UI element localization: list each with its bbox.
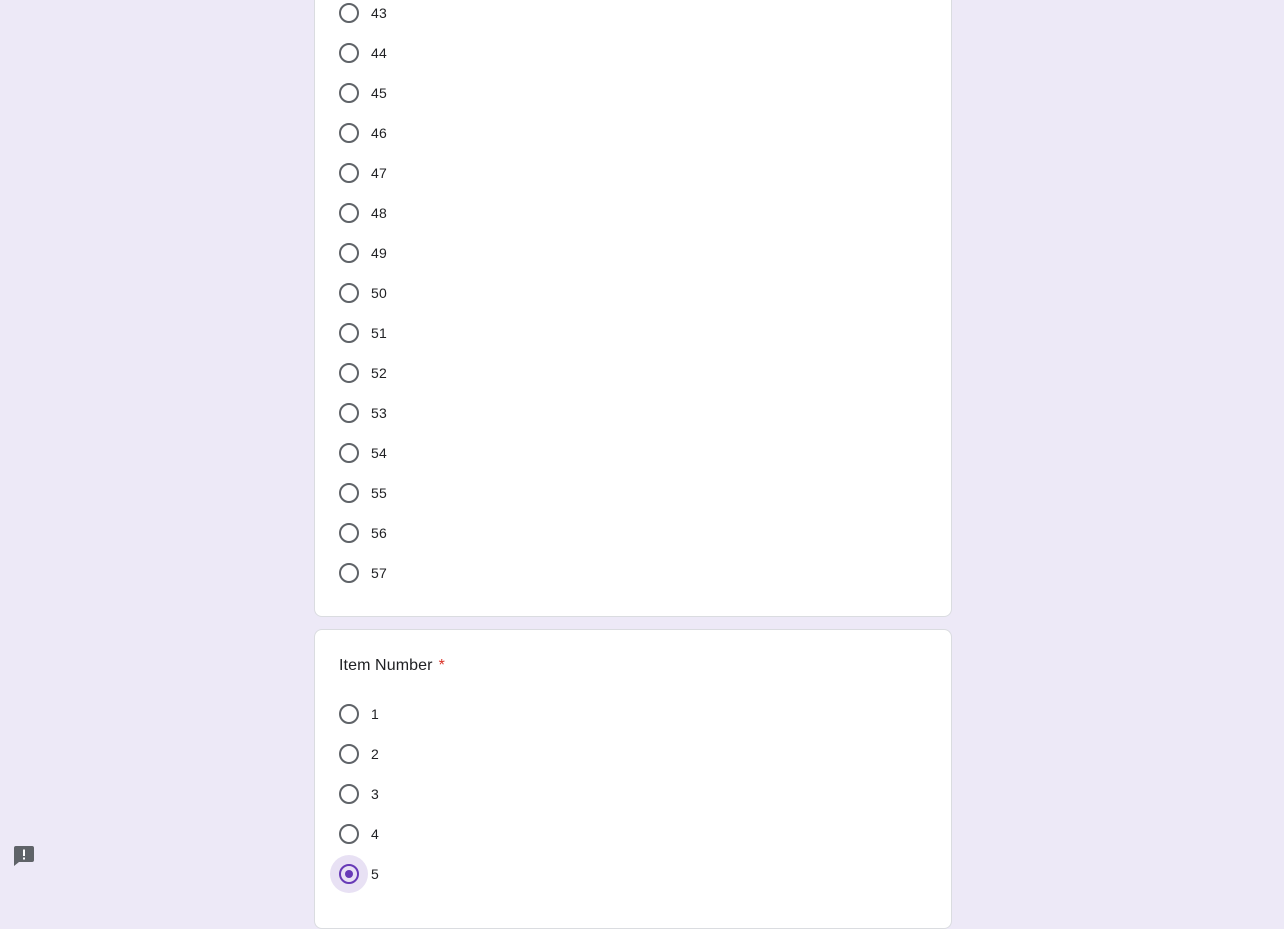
radio-option-55[interactable]: 55	[339, 473, 919, 513]
radio-option-45[interactable]: 45	[339, 73, 919, 113]
radio-option-label: 57	[371, 565, 387, 581]
radio-option-label: 47	[371, 165, 387, 181]
radio-button[interactable]	[339, 704, 359, 724]
radio-option-1[interactable]: 1	[339, 694, 919, 734]
radio-option-label: 43	[371, 5, 387, 21]
radio-option-49[interactable]: 49	[339, 233, 919, 273]
radio-option-label: 44	[371, 45, 387, 61]
radio-button[interactable]	[339, 83, 359, 103]
radio-option-label: 2	[371, 746, 379, 762]
radio-option-label: 52	[371, 365, 387, 381]
radio-option-3[interactable]: 3	[339, 774, 919, 814]
radio-option-52[interactable]: 52	[339, 353, 919, 393]
radio-option-43[interactable]: 43	[339, 0, 919, 33]
radio-option-label: 4	[371, 826, 379, 842]
radio-button[interactable]	[339, 744, 359, 764]
radio-button[interactable]	[339, 824, 359, 844]
radio-option-label: 54	[371, 445, 387, 461]
radio-button[interactable]	[339, 3, 359, 23]
radio-option-label: 49	[371, 245, 387, 261]
radio-option-label: 46	[371, 125, 387, 141]
radio-button[interactable]	[339, 163, 359, 183]
radio-option-2[interactable]: 2	[339, 734, 919, 774]
radio-button[interactable]	[339, 403, 359, 423]
radio-button[interactable]	[339, 363, 359, 383]
radio-option-47[interactable]: 47	[339, 153, 919, 193]
radio-button[interactable]	[339, 563, 359, 583]
radio-option-label: 3	[371, 786, 379, 802]
radio-button[interactable]	[339, 323, 359, 343]
radio-button[interactable]	[339, 283, 359, 303]
radio-option-54[interactable]: 54	[339, 433, 919, 473]
radio-option-label: 5	[371, 866, 379, 882]
question-title-text: Item Number	[339, 657, 433, 674]
radio-option-label: 51	[371, 325, 387, 341]
radio-option-label: 55	[371, 485, 387, 501]
radio-option-50[interactable]: 50	[339, 273, 919, 313]
radio-option-label: 56	[371, 525, 387, 541]
radio-option-48[interactable]: 48	[339, 193, 919, 233]
radio-option-51[interactable]: 51	[339, 313, 919, 353]
question-card-previous: 43 44 45 46 47 48 49 50 51 52 53 54 55 5…	[314, 0, 952, 617]
radio-button[interactable]	[339, 784, 359, 804]
radio-option-label: 53	[371, 405, 387, 421]
radio-button[interactable]	[339, 43, 359, 63]
required-asterisk: *	[438, 657, 445, 674]
question-card-item-number: Item Number * 1 2 3 4 5	[314, 629, 952, 929]
radio-option-label: 1	[371, 706, 379, 722]
radio-button[interactable]	[339, 483, 359, 503]
radio-option-56[interactable]: 56	[339, 513, 919, 553]
radio-option-label: 50	[371, 285, 387, 301]
radio-button[interactable]	[339, 123, 359, 143]
radio-option-5[interactable]: 5	[330, 854, 919, 894]
radio-button[interactable]	[339, 203, 359, 223]
radio-option-53[interactable]: 53	[339, 393, 919, 433]
radio-option-57[interactable]: 57	[339, 553, 919, 593]
radio-button-selected[interactable]	[330, 855, 368, 893]
radio-button[interactable]	[339, 243, 359, 263]
report-problem-icon[interactable]	[13, 845, 35, 867]
question-title: Item Number *	[339, 657, 445, 675]
radio-button[interactable]	[339, 523, 359, 543]
radio-option-label: 45	[371, 85, 387, 101]
radio-option-46[interactable]: 46	[339, 113, 919, 153]
radio-button[interactable]	[339, 443, 359, 463]
radio-option-4[interactable]: 4	[339, 814, 919, 854]
radio-option-44[interactable]: 44	[339, 33, 919, 73]
radio-option-label: 48	[371, 205, 387, 221]
